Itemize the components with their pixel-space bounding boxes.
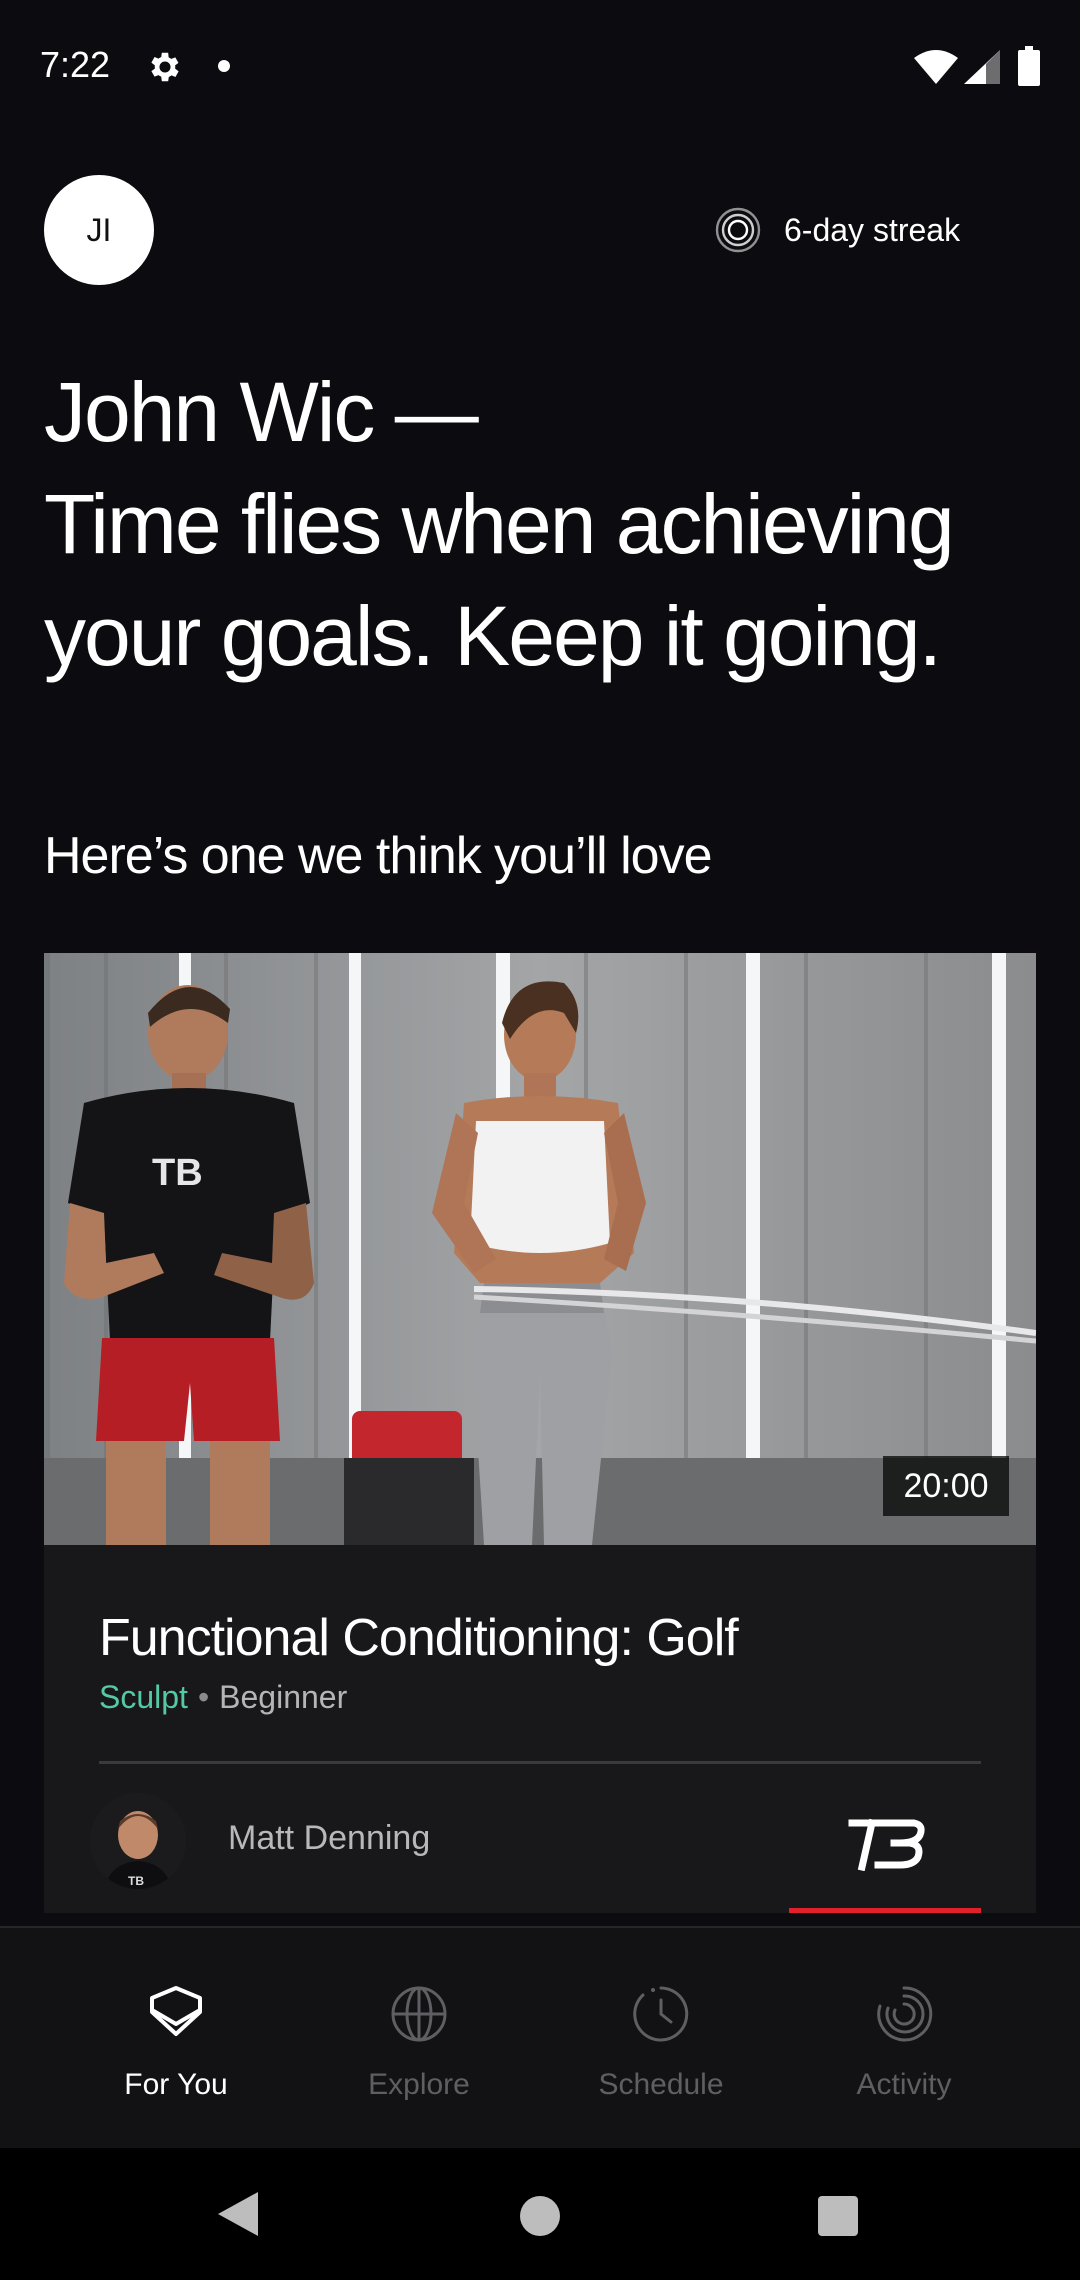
nav-tab-explore[interactable]: Explore	[299, 1928, 539, 2150]
svg-text:TB: TB	[128, 1874, 144, 1888]
greeting-line-2: Time flies when achieving	[44, 477, 955, 571]
workout-level: Beginner	[219, 1679, 348, 1715]
greeting-line-1: John Wic —	[44, 365, 479, 459]
streak-rings-icon	[715, 207, 761, 253]
streak-label: 6-day streak	[784, 211, 961, 248]
recents-icon[interactable]	[818, 2196, 858, 2236]
brand-accent-bar	[789, 1908, 981, 1913]
svg-text:TB: TB	[152, 1152, 203, 1194]
nav-tab-for-you[interactable]: For You	[56, 1928, 296, 2150]
trainer-name: Matt Denning	[228, 1819, 431, 1857]
activity-rings-icon	[877, 1986, 933, 2042]
card-divider	[99, 1761, 981, 1764]
bottom-navigation: For You Explore Schedule Activity	[0, 1926, 1080, 2148]
profile-avatar-button[interactable]: JI	[44, 175, 154, 285]
status-bar: 7:22	[0, 0, 1080, 136]
nav-tab-activity[interactable]: Activity	[784, 1928, 1024, 2150]
app-screen: 7:22 JI 6-day streak John Wic — Time fli…	[0, 0, 1080, 2280]
workout-thumbnail[interactable]: TB 20:00	[44, 953, 1036, 1545]
trainer-avatar: TB	[90, 1793, 186, 1889]
nav-label-explore: Explore	[368, 2068, 470, 2101]
duration-badge: 20:00	[883, 1456, 1009, 1516]
notification-dot-icon	[218, 60, 230, 72]
streak-indicator[interactable]: 6-day streak	[714, 205, 960, 255]
for-you-icon	[150, 1986, 202, 2036]
nav-tab-schedule[interactable]: Schedule	[541, 1928, 781, 2150]
greeting-headline: John Wic — Time flies when achieving you…	[44, 356, 1044, 692]
workout-meta: Sculpt • Beginner	[99, 1679, 347, 1716]
wifi-icon	[914, 50, 958, 84]
recommendation-section-title: Here’s one we think you’ll love	[44, 827, 713, 885]
battery-icon	[1018, 46, 1040, 86]
home-icon[interactable]	[520, 2196, 560, 2236]
meta-separator: •	[197, 1679, 210, 1715]
clock-icon	[633, 1986, 689, 2042]
back-icon[interactable]	[218, 2192, 260, 2236]
nav-label-activity: Activity	[856, 2068, 952, 2101]
globe-icon	[391, 1986, 447, 2042]
nav-label-schedule: Schedule	[598, 2068, 724, 2101]
greeting-line-3: your goals. Keep it going.	[44, 589, 942, 683]
workout-category: Sculpt	[99, 1679, 188, 1715]
settings-icon	[151, 52, 179, 82]
workout-title: Functional Conditioning: Golf	[99, 1609, 739, 1667]
signal-icon	[964, 50, 1000, 84]
nav-label-for-you: For You	[124, 2068, 228, 2101]
status-time: 7:22	[40, 44, 111, 85]
tb12-logo-icon	[848, 1818, 925, 1871]
workout-card[interactable]: TB 20:00 Functional Conditioning: Golf S…	[44, 953, 1036, 1913]
